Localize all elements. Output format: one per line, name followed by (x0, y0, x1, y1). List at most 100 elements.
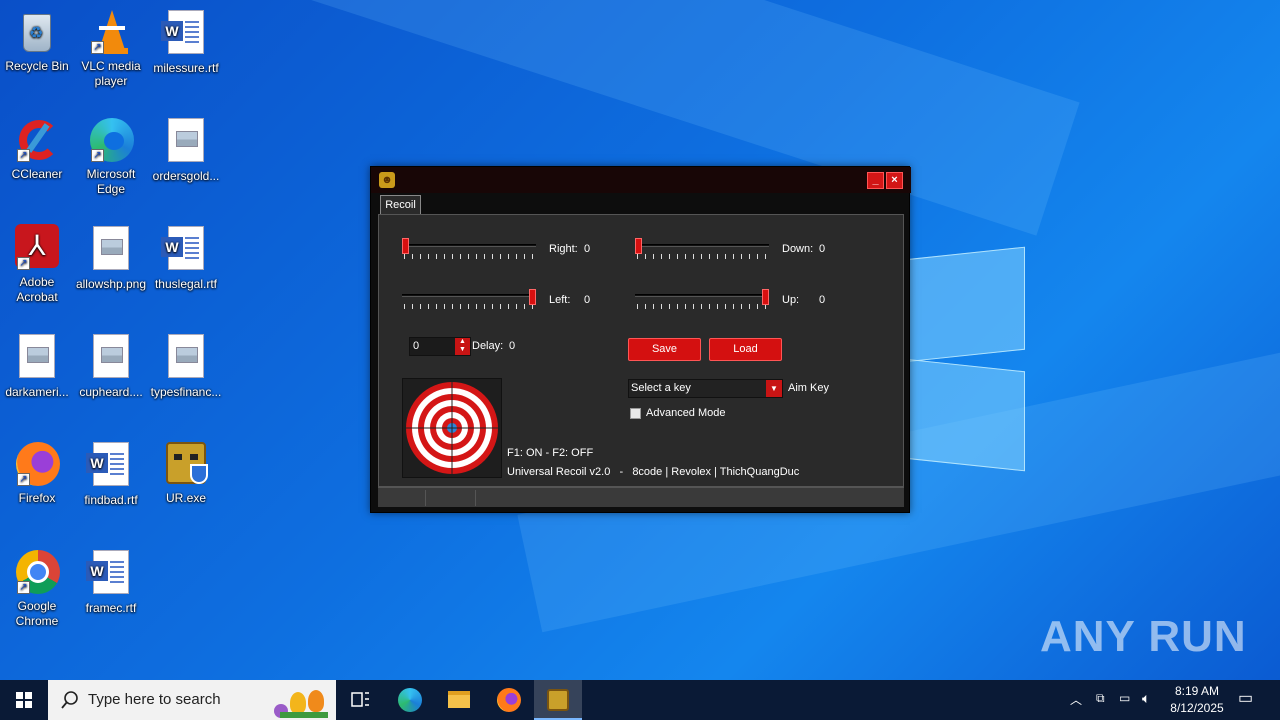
delay-label: Delay: (472, 340, 504, 352)
desktop-icon-label: milessure.rtf (153, 61, 219, 75)
task-view-button[interactable] (336, 680, 384, 720)
desktop-icon-findbad[interactable]: W findbad.rtf (74, 440, 148, 508)
advanced-mode-checkbox[interactable] (630, 408, 641, 419)
notification-icon[interactable]: ▭ (1238, 688, 1253, 708)
word-document-icon: W (161, 226, 210, 274)
slider-track (635, 294, 769, 297)
acrobat-icon: ⅄ ↗ (13, 224, 61, 272)
desktop-icon-cupheard[interactable]: cupheard.... (74, 332, 148, 400)
chevron-down-icon[interactable]: ▼ (766, 380, 782, 397)
clock-date: 8/12/2025 (1170, 701, 1224, 715)
search-highlight-flowers (270, 686, 332, 720)
aim-key-label: Aim Key (788, 382, 829, 394)
desktop-icon-label: Firefox (18, 491, 56, 505)
image-file-icon (13, 334, 61, 382)
chrome-icon: ↗ (13, 548, 61, 596)
desktop-icon-label: Microsoft Edge (86, 167, 136, 196)
network-icon[interactable]: ▭ (1119, 691, 1130, 705)
volume-icon[interactable]: 🔈︎ (1142, 690, 1150, 707)
meet-now-icon[interactable]: ⧉ (1096, 691, 1105, 706)
search-icon (61, 691, 78, 709)
recoil-app-window: ☻ _ × Recoil Right: 0 Down: 0 Left: 0 Up… (370, 166, 911, 513)
desktop-icon-label: framec.rtf (85, 601, 137, 615)
desktop-icon-label: cupheard.... (79, 385, 143, 399)
save-button[interactable]: Save (628, 338, 701, 361)
slider-thumb[interactable] (762, 289, 769, 305)
desktop-icon-ur-exe[interactable]: UR.exe (149, 440, 223, 506)
desktop-icon-label: ordersgold... (152, 169, 220, 183)
slider-track (402, 244, 536, 247)
desktop-icon-allowshp[interactable]: allowshp.png (74, 224, 148, 292)
target-image (402, 378, 502, 478)
advanced-mode-label: Advanced Mode (646, 407, 726, 419)
delay-input-value[interactable]: 0 (413, 340, 419, 352)
desktop-icon-label: Recycle Bin (5, 59, 69, 73)
desktop-icon-thuslegal[interactable]: W thuslegal.rtf (149, 224, 223, 292)
windows-logo-graphic (905, 235, 1030, 480)
desktop-icon-milessure[interactable]: W milessure.rtf (149, 8, 223, 76)
left-value: 0 (584, 294, 591, 306)
slider-thumb[interactable] (402, 238, 409, 254)
taskbar-edge[interactable] (386, 680, 434, 720)
delay-value: 0 (509, 340, 516, 352)
slider-thumb[interactable] (529, 289, 536, 305)
taskbar: Type here to search ︿ ⧉ ▭ 🔈︎ 8:19 AM 8/1… (0, 680, 1280, 720)
desktop-icon-typesfinanc[interactable]: typesfinanc... (149, 332, 223, 400)
desktop-icon-acrobat[interactable]: ⅄ ↗ Adobe Acrobat (0, 224, 74, 305)
slider-thumb[interactable] (635, 238, 642, 254)
up-label: Up: (782, 294, 800, 306)
recoil-panel: Right: 0 Down: 0 Left: 0 Up: 0 0 ▲ ▼ Del… (378, 214, 904, 487)
target-icon (406, 382, 498, 474)
firefox-icon (497, 688, 521, 712)
app-icon: ☻ (379, 172, 395, 188)
image-file-icon (87, 226, 135, 274)
minimize-button[interactable]: _ (867, 172, 884, 189)
ccleaner-icon: ↗ (13, 116, 61, 164)
spin-down-icon[interactable]: ▼ (455, 346, 470, 354)
taskbar-file-explorer[interactable] (435, 680, 483, 720)
taskbar-search-box[interactable]: Type here to search (48, 680, 336, 720)
delay-spinbox[interactable]: 0 ▲ ▼ (409, 337, 471, 356)
desktop-icon-ordersgold[interactable]: ordersgold... (149, 116, 223, 184)
load-button[interactable]: Load (709, 338, 782, 361)
status-segment (378, 490, 426, 506)
task-view-icon (351, 692, 369, 707)
spin-arrows[interactable]: ▲ ▼ (455, 338, 470, 355)
word-document-icon: W (161, 10, 210, 58)
slider-track (635, 244, 769, 247)
clock[interactable]: 8:19 AM 8/12/2025 (1166, 684, 1228, 715)
left-label: Left: (549, 294, 571, 306)
desktop-icon-label: Google Chrome (15, 599, 59, 628)
desktop-icon-label: CCleaner (11, 167, 63, 181)
taskbar-firefox[interactable] (485, 680, 533, 720)
title-bar[interactable]: ☻ _ × (371, 167, 911, 193)
desktop-icon-recycle-bin[interactable]: ♻ Recycle Bin (0, 8, 74, 74)
down-value: 0 (819, 243, 826, 255)
image-file-icon (162, 334, 210, 382)
status-segment (426, 490, 476, 506)
desktop-icon-label: UR.exe (165, 491, 206, 505)
desktop-icon-vlc[interactable]: ↗ VLC media player (74, 8, 148, 89)
slider-ticks (637, 254, 769, 259)
desktop-icon-chrome[interactable]: ↗ Google Chrome (0, 548, 74, 629)
desktop-icon-firefox[interactable]: ↗ Firefox (0, 440, 74, 506)
desktop-icon-darkameri[interactable]: darkameri... (0, 332, 74, 400)
desktop-icon-framec[interactable]: W framec.rtf (74, 548, 148, 616)
aim-key-dropdown[interactable]: Select a key ▼ (628, 379, 783, 398)
taskbar-ur-app[interactable] (534, 680, 582, 720)
image-file-icon (162, 118, 210, 166)
close-button[interactable]: × (886, 172, 903, 189)
spin-up-icon[interactable]: ▲ (455, 338, 470, 346)
right-label: Right: (549, 243, 578, 255)
edge-icon (398, 688, 422, 712)
desktop-icon-edge[interactable]: ↗ Microsoft Edge (74, 116, 148, 197)
chevron-up-icon[interactable]: ︿ (1070, 691, 1082, 708)
tab-recoil[interactable]: Recoil (380, 195, 421, 215)
desktop-icon-label: VLC media player (81, 59, 141, 88)
desktop-icon-label: Adobe Acrobat (16, 275, 58, 304)
desktop-icon-ccleaner[interactable]: ↗ CCleaner (0, 116, 74, 182)
start-button[interactable] (0, 680, 48, 720)
clock-time: 8:19 AM (1174, 684, 1220, 698)
aim-key-placeholder: Select a key (631, 382, 691, 394)
file-explorer-icon (448, 691, 470, 708)
